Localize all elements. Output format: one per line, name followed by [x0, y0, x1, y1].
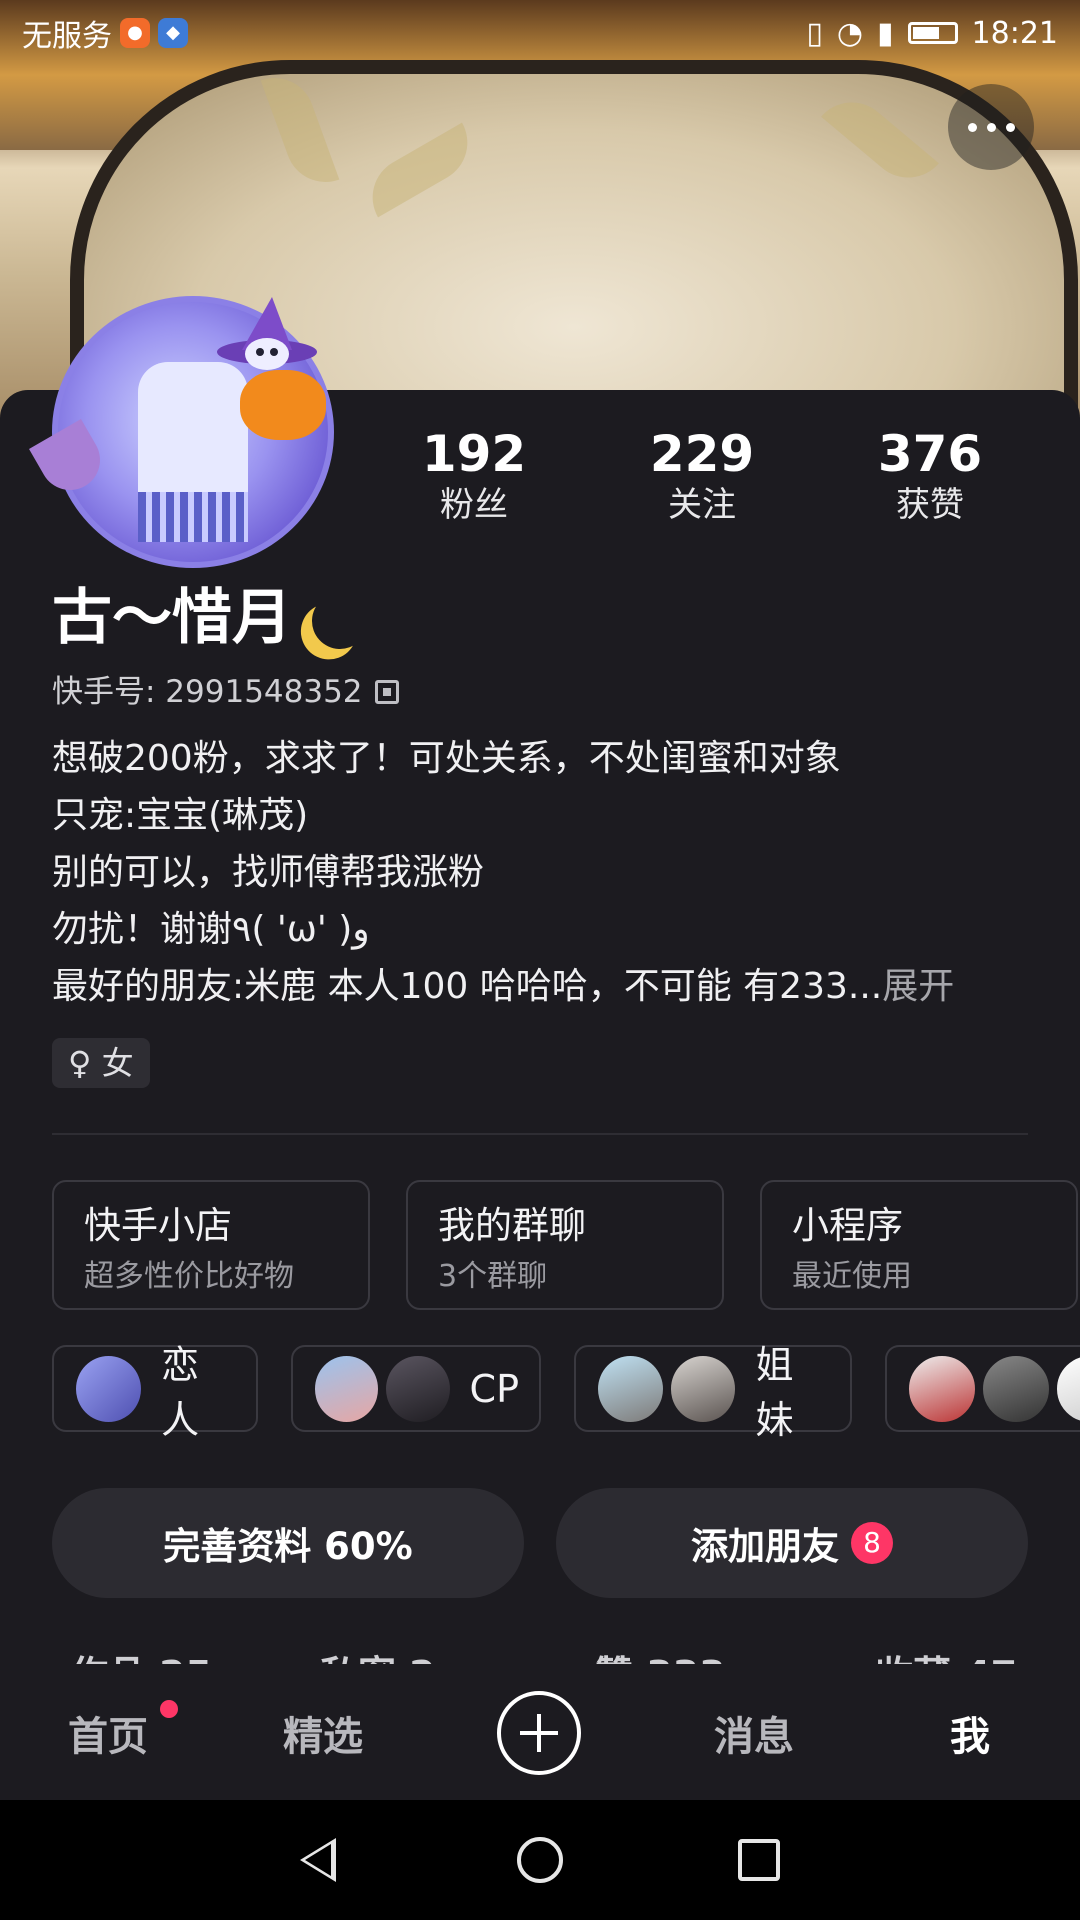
more-dot-icon [967, 122, 977, 132]
more-dot-icon [986, 122, 996, 132]
relation-lover-chip[interactable]: 恋人 [52, 1343, 258, 1442]
profile-name-text: 古～惜月 [52, 583, 292, 653]
bio-expand-link[interactable]: 展开 [882, 966, 954, 1007]
add-friend-label: 添加朋友 [691, 1525, 839, 1568]
system-nav-bar [0, 1800, 1080, 1920]
profile-stats: 192 粉丝 229 关注 376 获赞 [360, 425, 1080, 527]
mini-program-card[interactable]: 小程序 最近使用 [760, 1180, 1078, 1310]
more-options-button[interactable] [948, 84, 1034, 170]
kuaishou-id-row[interactable]: 快手号: 2991548352 [52, 672, 399, 712]
bio-line: 勿扰！谢谢٩( 'ω' )و [52, 909, 370, 950]
create-post-icon[interactable] [497, 1691, 581, 1775]
avatar-skirt [138, 492, 248, 542]
battery-icon [907, 22, 958, 44]
vibrate-icon: ▯ [806, 15, 823, 51]
nav-messages[interactable]: 消息 [714, 1704, 794, 1762]
female-symbol-icon: ♀ [68, 1044, 92, 1082]
avatar [668, 1353, 738, 1424]
recent-apps-icon[interactable] [738, 1839, 780, 1881]
sim-alert-icon: ▮ [877, 15, 894, 51]
tab-liked[interactable]: 赞 333 [595, 1650, 726, 1664]
qr-code-icon[interactable] [374, 680, 399, 704]
divider [52, 1133, 1028, 1135]
bottom-nav: 首页 精选 消息 我 [0, 1664, 1080, 1800]
nav-featured[interactable]: 精选 [283, 1704, 363, 1762]
group-chat-card[interactable]: 我的群聊 3个群聊 [406, 1180, 724, 1310]
avatar [907, 1353, 977, 1424]
relation-label: 姐妹 [755, 1342, 794, 1442]
status-bar: 无服务 ● ◆ ▯ ◔ ▮ 18:21 [0, 0, 1080, 66]
crescent-moon-icon [304, 586, 376, 658]
avatar [313, 1353, 381, 1424]
service-title: 快手小店 [84, 1204, 232, 1247]
content-tabs[interactable]: 作品 25 私密 2 赞 333 收藏 47 [0, 1650, 1080, 1664]
avatar [74, 1353, 144, 1424]
gender-label: 女 [101, 1044, 134, 1082]
avatar [384, 1353, 452, 1424]
kuaishou-id: 快手号: 2991548352 [52, 674, 363, 710]
tab-private[interactable]: 私密 2 [320, 1650, 436, 1664]
avatar [1055, 1353, 1080, 1424]
bio-line: 想破200粉，求求了！可处关系，不处闺蜜和对象 [52, 738, 841, 779]
carrier-text: 无服务 [22, 19, 112, 54]
add-friend-button[interactable]: 添加朋友 8 [556, 1488, 1028, 1598]
relation-cp-chip[interactable]: CP [291, 1345, 541, 1432]
following-stat[interactable]: 229 关注 [588, 425, 816, 527]
likes-stat[interactable]: 376 获赞 [816, 425, 1044, 527]
service-subtitle: 最近使用 [792, 1259, 912, 1294]
back-icon[interactable] [300, 1838, 336, 1882]
bio-line: 别的可以，找师傅帮我涨粉 [52, 852, 485, 893]
service-title: 小程序 [792, 1204, 903, 1247]
service-subtitle: 超多性价比好物 [84, 1259, 294, 1294]
avatar [596, 1353, 665, 1424]
relation-label: 恋人 [161, 1342, 200, 1442]
profile-name: 古～惜月 [52, 582, 368, 654]
tab-favorites[interactable]: 收藏 47 [875, 1650, 1017, 1664]
shield-icon: ◆ [158, 18, 188, 48]
notification-dot [160, 1700, 178, 1718]
service-subtitle: 3个群聊 [438, 1259, 548, 1294]
kuaishou-shop-card[interactable]: 快手小店 超多性价比好物 [52, 1180, 370, 1310]
home-icon[interactable] [517, 1837, 563, 1883]
stat-label: 获赞 [896, 485, 964, 525]
wifi-icon: ◔ [836, 15, 864, 51]
relation-sisters-chip[interactable]: 姐妹 [574, 1343, 852, 1442]
stat-value: 376 [877, 425, 983, 483]
relation-more-chip[interactable] [885, 1345, 1080, 1432]
gender-tag: ♀ 女 [52, 1038, 150, 1088]
bio-line: 最好的朋友:米鹿 本人100 哈哈哈，不可能 有233... [52, 966, 883, 1007]
witch-hat-decoration-icon [217, 297, 317, 370]
more-dot-icon [1005, 122, 1015, 132]
app-notification-icon: ● [120, 18, 150, 48]
clock: 18:21 [971, 15, 1058, 51]
pumpkin-decoration-icon [240, 370, 326, 440]
relation-label: CP [469, 1366, 519, 1411]
stat-label: 关注 [668, 485, 736, 525]
nav-me[interactable]: 我 [950, 1704, 990, 1762]
bio-line-last: 最好的朋友:米鹿 本人100 哈哈哈，不可能 有233...展开 [52, 958, 1032, 1015]
service-title: 我的群聊 [438, 1204, 586, 1247]
avatar [981, 1353, 1051, 1424]
profile-bio: 想破200粉，求求了！可处关系，不处闺蜜和对象 只宠:宝宝(琳茂) 别的可以，找… [52, 730, 1032, 1015]
followers-stat[interactable]: 192 粉丝 [360, 425, 588, 527]
complete-profile-button[interactable]: 完善资料 60% [52, 1488, 524, 1598]
complete-profile-label: 完善资料 60% [163, 1525, 413, 1568]
bio-line: 只宠:宝宝(琳茂) [52, 795, 309, 836]
tab-works[interactable]: 作品 25 [70, 1650, 212, 1664]
stat-label: 粉丝 [440, 485, 508, 525]
nav-home[interactable]: 首页 [68, 1704, 148, 1762]
avatar-figure [138, 362, 248, 512]
stat-value: 229 [649, 425, 755, 483]
stat-value: 192 [421, 425, 527, 483]
add-friend-badge: 8 [851, 1522, 893, 1564]
